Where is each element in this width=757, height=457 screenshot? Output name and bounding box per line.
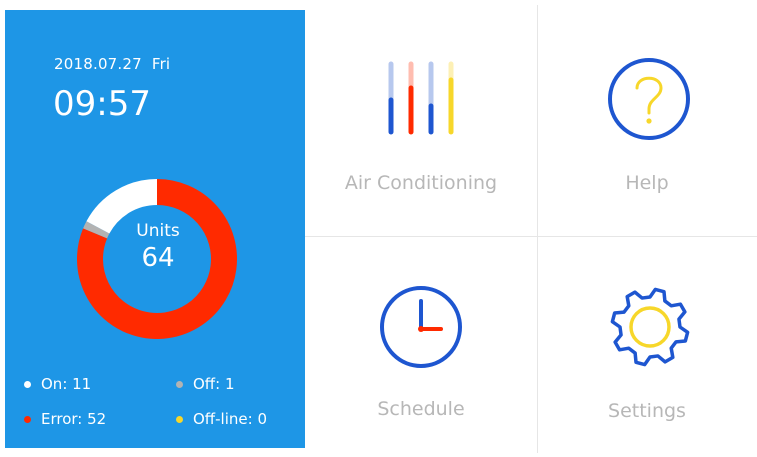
donut-center-label: Units 64 bbox=[68, 221, 248, 273]
help-label: Help bbox=[625, 172, 669, 194]
legend-error-label: Error: 52 bbox=[41, 410, 107, 428]
clock-time: 09:57 bbox=[53, 84, 151, 124]
legend-on-label: On: 11 bbox=[41, 375, 92, 393]
date-display: 2018.07.27 Fri bbox=[54, 55, 170, 73]
settings-tile[interactable]: Settings bbox=[537, 236, 757, 457]
units-total: 64 bbox=[141, 243, 175, 273]
legend-offline-label: Off-line: 0 bbox=[193, 410, 267, 428]
status-panel: 2018.07.27 Fri 09:57 Units 64 On: 11 Off… bbox=[5, 10, 305, 448]
offline-dot-icon bbox=[176, 415, 183, 423]
weekday-value: Fri bbox=[151, 55, 171, 73]
equalizer-bars-icon bbox=[388, 61, 454, 135]
question-circle-icon bbox=[608, 58, 690, 140]
gear-icon bbox=[610, 287, 690, 367]
off-dot-icon bbox=[176, 380, 183, 388]
settings-label: Settings bbox=[608, 400, 686, 422]
units-label: Units bbox=[136, 221, 180, 241]
schedule-label: Schedule bbox=[377, 398, 465, 420]
date-value: 2018.07.27 bbox=[54, 55, 142, 73]
error-dot-icon bbox=[24, 415, 31, 423]
schedule-tile[interactable]: Schedule bbox=[305, 236, 537, 457]
main-menu-screen: 2018.07.27 Fri 09:57 Units 64 On: 11 Off… bbox=[0, 0, 757, 457]
legend-off-label: Off: 1 bbox=[193, 375, 235, 393]
help-tile[interactable]: Help bbox=[537, 0, 757, 236]
legend-on: On: 11 bbox=[24, 375, 91, 393]
air-conditioning-tile[interactable]: Air Conditioning bbox=[305, 0, 537, 236]
clock-icon bbox=[380, 286, 462, 368]
legend-off: Off: 1 bbox=[176, 375, 235, 393]
legend-offline: Off-line: 0 bbox=[176, 410, 267, 428]
air-conditioning-label: Air Conditioning bbox=[344, 172, 498, 194]
on-dot-icon bbox=[24, 380, 31, 388]
legend-error: Error: 52 bbox=[24, 410, 106, 428]
